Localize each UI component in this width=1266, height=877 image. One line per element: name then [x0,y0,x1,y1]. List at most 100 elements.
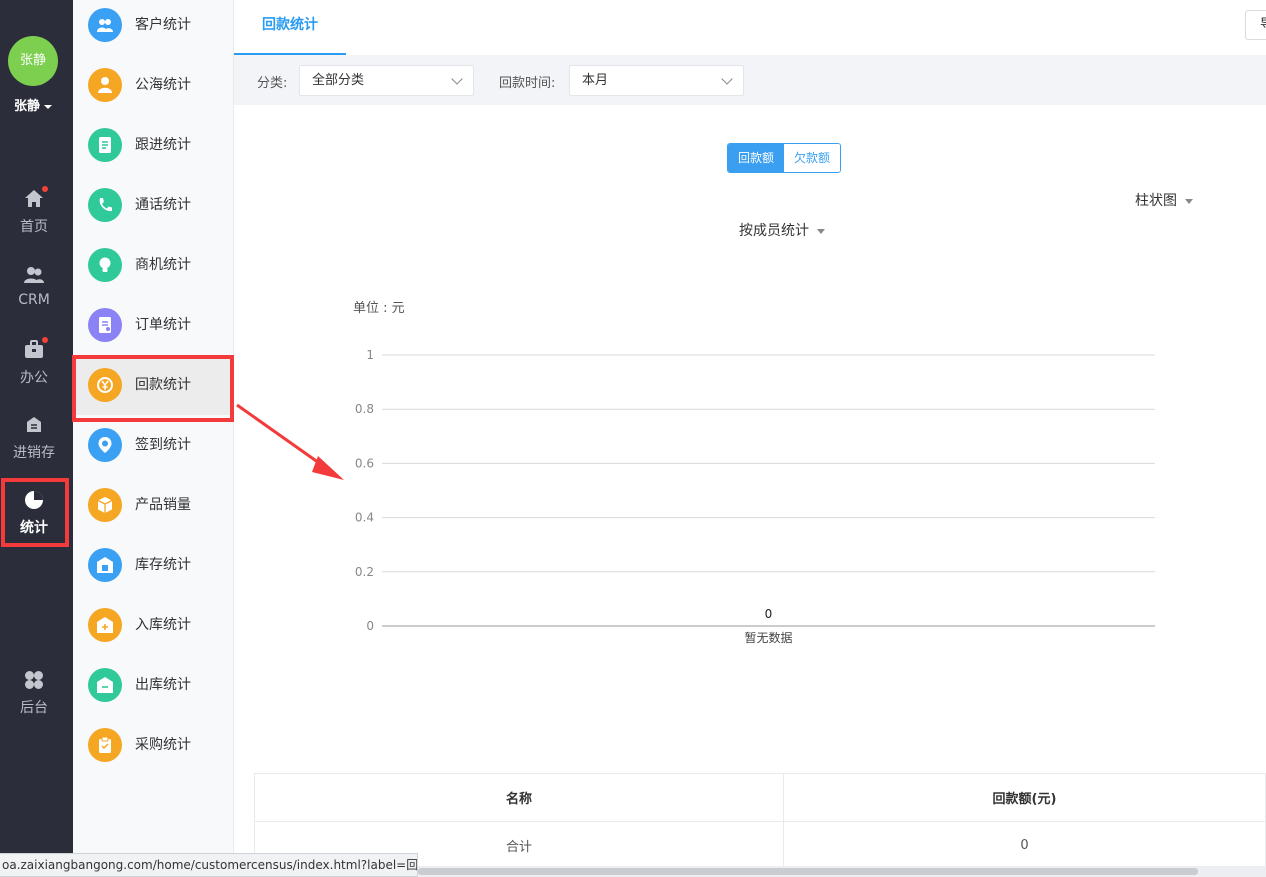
column-header-name: 名称 [254,773,784,822]
briefcase-icon [23,337,48,361]
notification-dot [42,337,48,343]
home-icon [23,186,48,210]
subnav-item-12[interactable]: 出库统计 [73,655,233,715]
phone-icon [88,188,122,222]
payment-time-value: 本月 [582,73,609,88]
chart-type-select[interactable]: 柱状图 [1135,190,1193,210]
toggle-arrears-amount[interactable]: 欠款额 [784,144,840,172]
subnav-label: 通话统计 [135,197,191,213]
scrollbar-thumb[interactable] [418,868,1198,875]
rail-label: 后台 [20,700,48,716]
purchase-icon [88,728,122,762]
subnav-item-4[interactable]: 通话统计 [73,175,233,235]
chart-unit-label: 单位 : 元 [353,301,405,316]
subnav-label: 库存统计 [135,557,191,573]
inventory-icon [23,414,45,436]
document-icon [88,128,122,162]
rail-item-crm[interactable]: CRM [0,264,68,326]
subnav-item-3[interactable]: 跟进统计 [73,115,233,175]
subnav-item-2[interactable]: 公海统计 [73,55,233,115]
subnav-label: 产品销量 [135,497,191,513]
order-icon [88,308,122,342]
subnav-item-5[interactable]: 商机统计 [73,235,233,295]
chart-type-value: 柱状图 [1135,193,1177,209]
subnav-label: 客户统计 [135,17,191,33]
crm-users-icon [23,264,45,286]
x-tick-label: 暂无数据 [744,630,792,645]
y-tick-label: 0 [366,619,374,633]
warehouse-icon [88,548,122,582]
rail-item-office[interactable]: 办公 [0,337,68,401]
payment-time-select[interactable]: 本月 [569,65,744,96]
subnav-label: 签到统计 [135,437,191,453]
amount-toggle: 回款额 欠款额 [727,143,841,173]
column-header-amount: 回款额(元) [783,773,1266,822]
rail-label: CRM [18,292,50,308]
table-header-row: 名称 回款额(元) [254,773,1266,822]
horizontal-scrollbar[interactable] [418,866,1266,877]
highlight-box-subnav [72,355,234,422]
bar-value-label: 0 [765,607,773,621]
rail-label: 首页 [20,219,48,235]
subnav-item-13[interactable]: 采购统计 [73,715,233,775]
main-content: 回款统计 导 分类: 全部分类 回款时间: 本月 回款额 欠款额 柱状图 按成员… [234,0,1266,877]
avatar[interactable]: 张静 [8,36,58,86]
subnav-label: 出库统计 [135,677,191,693]
category-label: 分类: [257,76,288,91]
subnav-label: 订单统计 [135,317,191,333]
y-tick-label: 0.2 [355,565,374,579]
triangle-down-icon [1185,198,1193,204]
stock-out-icon [88,668,122,702]
chevron-down-icon [451,73,463,85]
subnav-item-1[interactable]: 客户统计 [73,0,233,55]
lightbulb-icon [88,248,122,282]
stock-in-icon [88,608,122,642]
customers-icon [88,8,122,42]
user-menu[interactable]: 张静 [0,95,66,114]
category-select[interactable]: 全部分类 [299,65,474,96]
subnav-item-8[interactable]: 签到统计 [73,415,233,475]
rail-item-home[interactable]: 首页 [0,186,68,250]
rail-label: 办公 [20,370,48,386]
payment-time-label: 回款时间: [499,76,556,91]
subnav-item-9[interactable]: 产品销量 [73,475,233,535]
table-cell-amount: 0 [783,821,1266,870]
caret-down-icon [44,104,52,109]
subnav-item-11[interactable]: 入库统计 [73,595,233,655]
box-icon [88,488,122,522]
main-rail: 张静 张静 首页 CRM 办公 进销存 统计 后台 [0,0,73,877]
subnav-item-6[interactable]: 订单统计 [73,295,233,355]
location-pin-icon [88,428,122,462]
tab-payment-stats[interactable]: 回款统计 [234,0,346,55]
person-icon [88,68,122,102]
y-tick-label: 0.6 [355,456,374,470]
y-tick-label: 0.8 [355,402,374,416]
filter-bar: 分类: 全部分类 回款时间: 本月 [234,55,1266,105]
export-button[interactable]: 导 [1245,10,1266,40]
subnav-label: 公海统计 [135,77,191,93]
highlight-box-rail [1,478,69,547]
clover-grid-icon [23,669,45,691]
tab-bar: 回款统计 导 [234,0,1266,55]
rail-item-inventory[interactable]: 进销存 [0,414,68,476]
y-tick-label: 0.4 [355,511,374,525]
stats-subnav: 客户统计 公海统计 跟进统计 通话统计 商机统计 订单统计 回款统计 签到统计 产品销量 库存统计… [73,0,234,877]
subnav-label: 采购统计 [135,737,191,753]
bar-chart: 单位 : 元 1 0.8 0.6 0.4 0.2 0 0 暂无数据 [353,301,1155,645]
browser-status-url: oa.zaixiangbangong.com/home/customercens… [0,853,418,877]
group-by-value: 按成员统计 [739,223,809,239]
notification-dot [42,186,48,192]
toggle-payment-amount[interactable]: 回款额 [728,144,784,172]
group-by-select[interactable]: 按成员统计 [739,220,825,240]
triangle-down-icon [817,228,825,234]
chevron-down-icon [721,73,733,85]
user-name: 张静 [13,99,40,114]
subnav-label: 跟进统计 [135,137,191,153]
y-tick-label: 1 [366,348,374,362]
subnav-label: 入库统计 [135,617,191,633]
rail-label: 进销存 [13,445,55,461]
subnav-item-10[interactable]: 库存统计 [73,535,233,595]
category-value: 全部分类 [312,73,365,88]
subnav-label: 商机统计 [135,257,191,273]
rail-item-admin[interactable]: 后台 [0,669,68,731]
